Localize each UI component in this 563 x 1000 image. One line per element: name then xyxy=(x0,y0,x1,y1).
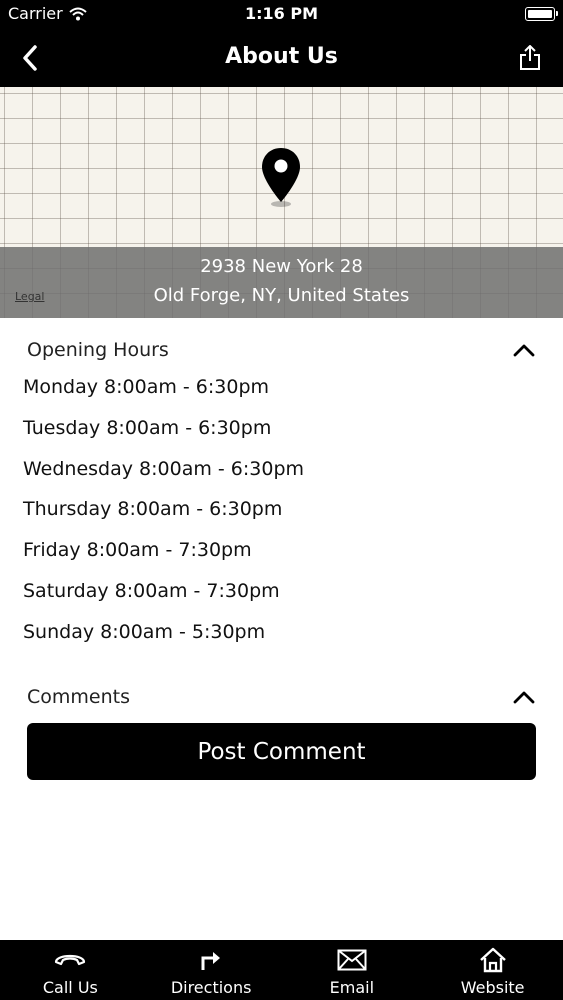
hours-sunday: Sunday 8:00am - 5:30pm xyxy=(23,620,266,643)
tab-website[interactable]: Website xyxy=(422,940,563,1000)
hours-thursday: Thursday 8:00am - 6:30pm xyxy=(23,498,283,521)
chevron-up-icon xyxy=(513,691,535,704)
map-address-overlay: 2938 New York 28 Old Forge, NY, United S… xyxy=(0,247,563,318)
comments-title: Comments xyxy=(27,686,130,708)
battery-icon xyxy=(525,7,558,21)
email-icon xyxy=(337,949,367,971)
share-icon xyxy=(520,45,540,70)
tab-bar: Call Us Directions Email Website xyxy=(0,940,563,1000)
hours-tuesday: Tuesday 8:00am - 6:30pm xyxy=(23,416,272,439)
post-comment-button[interactable]: Post Comment xyxy=(27,723,536,780)
page-title: About Us xyxy=(225,44,338,69)
map-pin-icon xyxy=(262,148,300,207)
hours-wednesday: Wednesday 8:00am - 6:30pm xyxy=(23,457,305,480)
share-button[interactable] xyxy=(505,40,541,76)
status-time: 1:16 PM xyxy=(244,4,318,23)
hours-monday: Monday 8:00am - 6:30pm xyxy=(23,376,270,398)
comments-header[interactable]: Comments xyxy=(27,682,535,712)
hours-friday: Friday 8:00am - 7:30pm xyxy=(23,539,252,562)
hours-saturday: Saturday 8:00am - 7:30pm xyxy=(23,579,280,602)
navigation-bar: About Us xyxy=(0,30,563,87)
opening-hours-header[interactable]: Opening Hours xyxy=(27,335,535,365)
address-city: Old Forge, NY, United States xyxy=(153,285,410,306)
tab-email[interactable]: Email xyxy=(282,940,423,1000)
map-legal-link[interactable]: Legal xyxy=(15,290,44,303)
home-icon xyxy=(479,947,506,973)
chevron-up-icon xyxy=(513,344,535,357)
location-map[interactable]: 2938 New York 28 Old Forge, NY, United S… xyxy=(0,87,563,318)
opening-hours-list: Monday 8:00am - 6:30pm Tuesday 8:00am - … xyxy=(23,373,304,659)
tab-email-label: Email xyxy=(329,978,375,997)
tab-directions-label: Directions xyxy=(170,978,252,997)
tab-directions[interactable]: Directions xyxy=(141,940,282,1000)
phone-icon xyxy=(55,954,86,966)
directions-icon xyxy=(201,952,221,970)
tab-call-us[interactable]: Call Us xyxy=(0,940,141,1000)
address-street: 2938 New York 28 xyxy=(200,256,363,277)
tab-call-us-label: Call Us xyxy=(42,978,98,997)
status-bar: Carrier 1:16 PM xyxy=(0,0,563,30)
opening-hours-title: Opening Hours xyxy=(27,339,169,361)
tab-website-label: Website xyxy=(460,978,525,997)
